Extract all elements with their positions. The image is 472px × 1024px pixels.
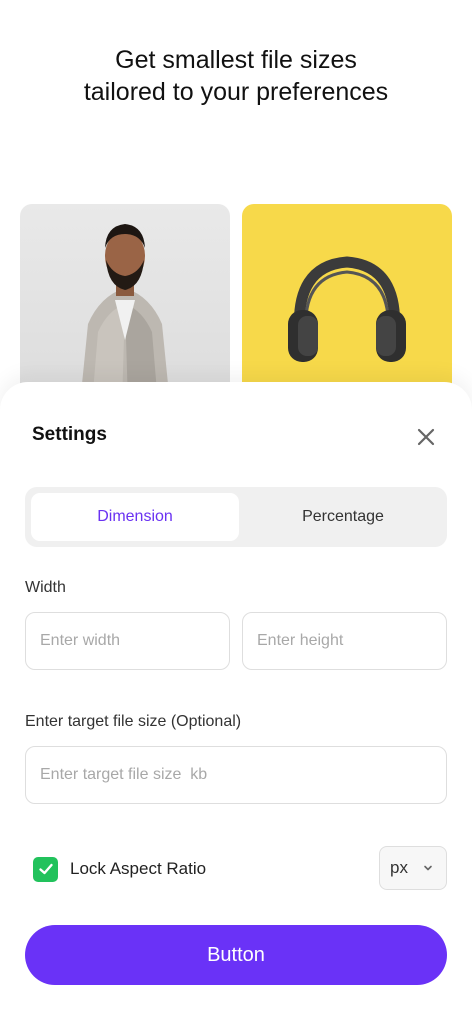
headphones-illustration [288, 256, 406, 362]
close-icon [417, 428, 435, 446]
settings-title: Settings [32, 424, 107, 445]
height-field [242, 612, 447, 670]
target-size-label: Enter target file size (Optional) [25, 713, 242, 730]
width-input[interactable] [26, 613, 229, 669]
width-label: Width [25, 579, 66, 596]
primary-action-button[interactable]: Button [25, 925, 447, 985]
lock-aspect-checkbox[interactable] [33, 856, 58, 882]
person-photo [20, 204, 230, 404]
lock-aspect-row: Lock Aspect Ratio [33, 854, 206, 884]
settings-sheet: Settings Dimension Percentage Width Ente… [0, 382, 472, 1024]
headline-line-1: Get smallest file sizes [115, 46, 357, 74]
target-size-field [25, 746, 447, 804]
chevron-down-icon [424, 865, 432, 871]
image-gallery [20, 204, 452, 404]
headphones-photo [242, 204, 452, 404]
height-input[interactable] [243, 613, 446, 669]
page-headline: Get smallest file sizes tailored to your… [0, 44, 472, 108]
headline-line-2: tailored to your preferences [83, 78, 389, 106]
target-size-input[interactable] [26, 747, 446, 803]
check-icon [38, 863, 53, 875]
lock-aspect-label: Lock Aspect Ratio [70, 859, 207, 878]
tab-percentage[interactable]: Percentage [239, 493, 447, 541]
unit-selected-value: px [390, 858, 408, 877]
person-illustration [80, 224, 170, 404]
tab-dimension[interactable]: Dimension [31, 493, 239, 541]
unit-select[interactable]: px [379, 846, 447, 890]
width-field [25, 612, 230, 670]
mode-segmented-control: Dimension Percentage [25, 487, 447, 547]
close-button[interactable] [411, 422, 441, 452]
